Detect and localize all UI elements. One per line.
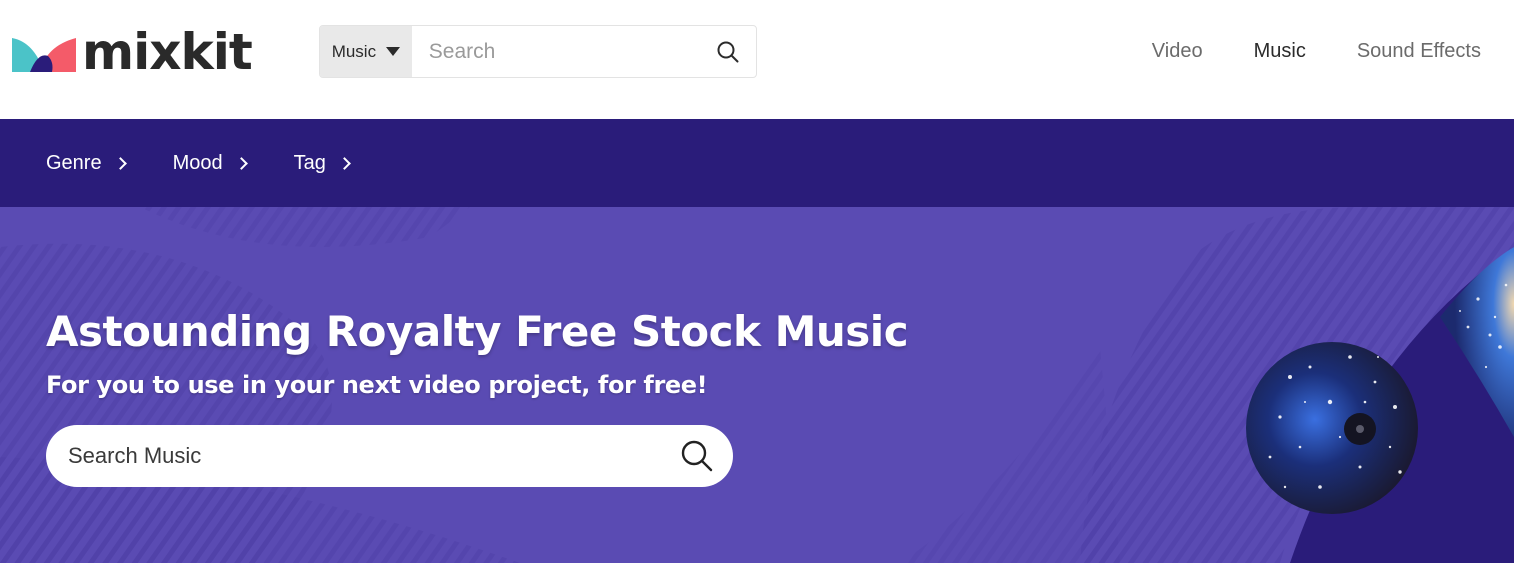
subnav-tag[interactable]: Tag xyxy=(293,151,351,175)
chevron-right-icon xyxy=(113,157,127,170)
top-nav: Video Music Sound Effects xyxy=(1152,40,1481,63)
site-header: mixkit Music Video Music Sound Effects xyxy=(0,0,1514,119)
chevron-right-icon xyxy=(338,157,351,170)
hero-search-button[interactable] xyxy=(661,439,733,473)
search-icon xyxy=(717,41,739,62)
nav-music[interactable]: Music xyxy=(1254,40,1306,63)
nav-sound-effects[interactable]: Sound Effects xyxy=(1357,40,1481,63)
header-search-input[interactable] xyxy=(411,26,700,77)
caret-down-icon xyxy=(386,47,401,56)
search-icon xyxy=(681,440,713,472)
hero-search-input[interactable] xyxy=(46,443,661,469)
hero-title: Astounding Royalty Free Stock Music xyxy=(46,307,909,356)
category-subnav: Genre Mood Tag xyxy=(0,119,1514,207)
chevron-right-icon xyxy=(234,157,248,170)
hero-search xyxy=(46,425,733,487)
mixkit-logo[interactable]: mixkit xyxy=(12,22,253,82)
hero-subtitle: For you to use in your next video projec… xyxy=(46,371,708,399)
subnav-mood-label: Mood xyxy=(172,151,223,174)
logo-mark-icon xyxy=(12,38,76,72)
subnav-mood[interactable]: Mood xyxy=(172,151,248,175)
logo-wordmark: mixkit xyxy=(82,23,253,81)
subnav-genre-label: Genre xyxy=(46,151,102,174)
hero-banner: Astounding Royalty Free Stock Music For … xyxy=(0,207,1514,563)
nav-video[interactable]: Video xyxy=(1152,40,1203,63)
subnav-tag-label: Tag xyxy=(293,151,326,174)
subnav-genre[interactable]: Genre xyxy=(46,151,127,175)
search-type-dropdown[interactable]: Music xyxy=(320,26,412,77)
header-search: Music xyxy=(319,25,757,78)
header-search-button[interactable] xyxy=(700,26,756,77)
search-type-label: Music xyxy=(331,41,377,61)
